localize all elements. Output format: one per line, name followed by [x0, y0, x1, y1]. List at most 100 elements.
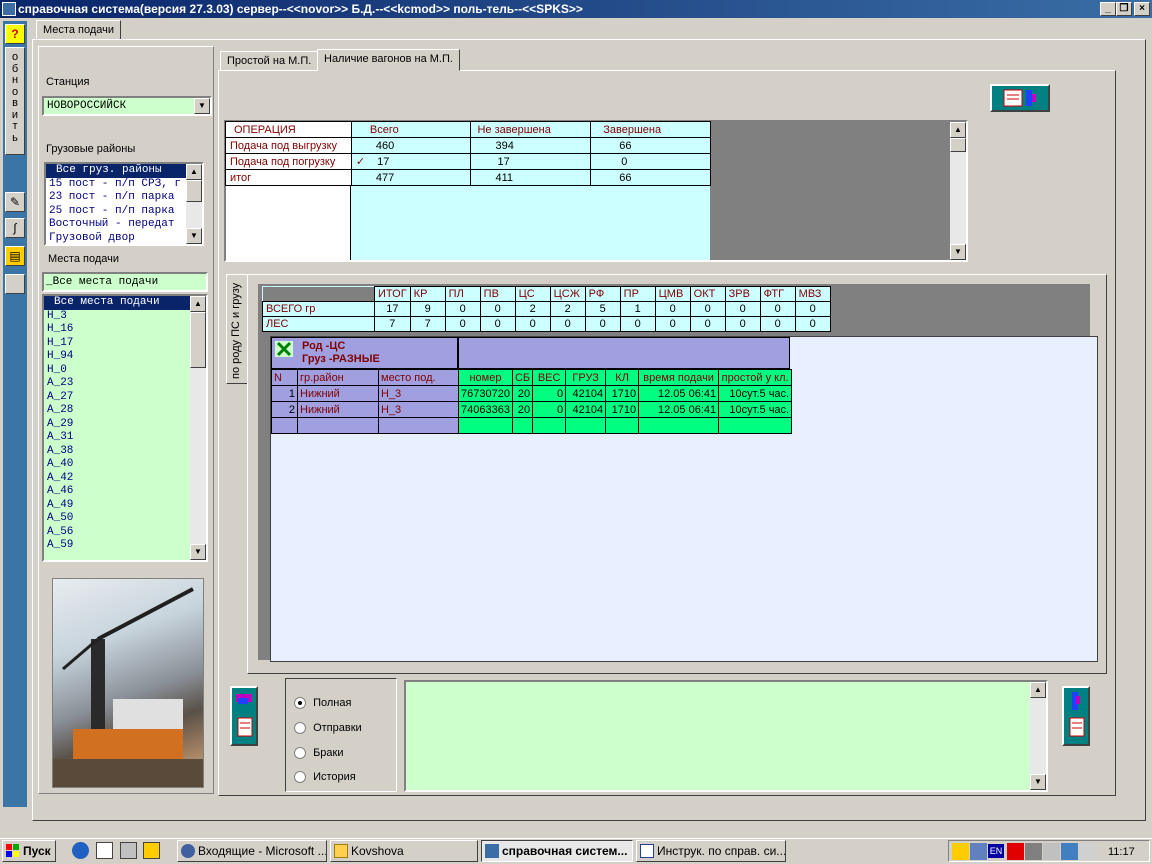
station-combo[interactable]: НОВОРОССИЙСК ▼ — [42, 96, 212, 116]
task-reference[interactable]: справочная систем... — [481, 840, 633, 862]
radio-defects[interactable]: Браки — [294, 747, 343, 760]
print-button[interactable] — [990, 84, 1050, 112]
tray-power-icon[interactable] — [952, 843, 969, 860]
delivery-filter-input[interactable]: _Все места подачи — [42, 272, 208, 292]
radio-history-dot[interactable] — [294, 771, 306, 784]
ie-icon[interactable] — [72, 842, 89, 859]
task-folder[interactable]: Kovshova — [330, 840, 478, 862]
print-report-button[interactable] — [1062, 686, 1090, 746]
language-indicator[interactable]: EN — [988, 844, 1004, 858]
task-outlook[interactable]: Входящие - Microsoft ... — [177, 840, 327, 862]
list-item[interactable]: Все места подачи — [44, 296, 192, 310]
tab-by-type[interactable]: по роду ПС и грузу — [226, 274, 248, 384]
scroll-down-icon[interactable]: ▼ — [950, 244, 966, 260]
tab-delivery-places[interactable]: Места подачи — [36, 20, 121, 40]
radio-shipments-dot[interactable] — [294, 722, 306, 735]
maximize-button[interactable]: ❐ — [1116, 2, 1132, 16]
list-item[interactable]: 25 пост - п/п парка — [46, 205, 188, 219]
detail-cell: 1710 — [605, 385, 640, 402]
table-row[interactable]: Подача под погрузку ✓ 17 17 0 — [225, 153, 711, 170]
list-item[interactable]: Восточный - передат — [46, 218, 188, 232]
export-button[interactable] — [230, 686, 258, 746]
radio-full-dot[interactable] — [294, 697, 306, 710]
tray-network-icon[interactable] — [970, 843, 987, 860]
chevron-down-icon[interactable]: ▼ — [194, 98, 210, 114]
list-item[interactable]: А_23 — [44, 377, 192, 391]
list-item[interactable]: Н_16 — [44, 323, 192, 337]
cargo-regions-list[interactable]: Все груз. районы 15 пост - п/п СРЗ, г 23 п… — [44, 162, 204, 246]
volume-icon[interactable] — [1025, 843, 1042, 860]
table-row[interactable]: ЛЕС 7 7 0 0 0 0 0 0 0 0 0 0 0 — [262, 316, 831, 332]
list-item[interactable]: Все груз. районы — [46, 164, 188, 178]
list-item[interactable]: 23 пост - п/п парка — [46, 191, 188, 205]
close-button[interactable]: × — [1134, 2, 1150, 16]
list-item[interactable]: А_40 — [44, 458, 192, 472]
help-button[interactable]: ? — [5, 24, 25, 44]
list-item[interactable]: Н_3 — [44, 310, 192, 324]
list-item[interactable]: А_46 — [44, 485, 192, 499]
scroll-thumb[interactable] — [190, 312, 206, 368]
scroll-down-icon[interactable]: ▼ — [1030, 774, 1046, 790]
detail-title-filler — [458, 337, 790, 369]
table-row[interactable]: Подача под выгрузку 460 394 66 — [225, 137, 711, 154]
scroll-down-icon[interactable]: ▼ — [190, 544, 206, 560]
list-item[interactable]: А_42 — [44, 472, 192, 486]
minimize-button[interactable]: _ — [1100, 2, 1116, 16]
radio-defects-dot[interactable] — [294, 747, 306, 760]
radio-history[interactable]: История — [294, 771, 356, 784]
report-icon[interactable]: ▤ — [5, 246, 25, 266]
list-item[interactable]: А_56 — [44, 526, 192, 540]
excel-icon[interactable] — [275, 341, 293, 357]
explorer-icon[interactable] — [120, 842, 137, 859]
table-row[interactable] — [271, 417, 793, 434]
delivery-places-list[interactable]: Все места подачи Н_3 Н_16 Н_17 Н_94 Н_0 А_23 А_… — [42, 294, 208, 562]
list-item[interactable]: А_49 — [44, 499, 192, 513]
task-word[interactable]: Инструк. по справ. си... — [636, 840, 786, 862]
edit-icon[interactable]: ✎ — [5, 192, 25, 212]
list-item[interactable]: Н_17 — [44, 337, 192, 351]
scroll-up-icon[interactable]: ▲ — [190, 296, 206, 312]
detail-cell: Н_3 — [378, 401, 459, 418]
scroll-up-icon[interactable]: ▲ — [950, 122, 966, 138]
scroll-down-icon[interactable]: ▼ — [186, 228, 202, 244]
scroll-thumb[interactable] — [950, 138, 966, 152]
show-desktop-icon[interactable] — [96, 842, 113, 859]
blank-tool-button[interactable] — [5, 274, 25, 294]
curve-icon[interactable]: ∫ — [5, 218, 25, 238]
radio-full[interactable]: Полная — [294, 697, 351, 710]
list-item[interactable]: Грузовой двор — [46, 232, 188, 245]
cargo-regions-scrollbar[interactable]: ▲ ▼ — [186, 164, 202, 244]
quick-launch-icon[interactable] — [143, 842, 160, 859]
table-row[interactable]: итог 477 411 66 — [225, 169, 711, 186]
table-row[interactable]: ВСЕГО гр 17 9 0 0 2 2 5 1 0 0 0 0 0 — [262, 301, 831, 317]
refresh-button[interactable]: обновить — [5, 47, 25, 155]
notes-scrollbar[interactable]: ▲ ▼ — [1030, 682, 1046, 790]
tab-wagons[interactable]: Наличие вагонов на М.П. — [317, 49, 460, 71]
notes-textarea[interactable]: ▲ ▼ — [404, 680, 1048, 792]
table-row[interactable]: 1 Нижний Н_3 76730720 20 0 42104 1710 12.05 06:4… — [271, 385, 793, 402]
start-button[interactable]: Пуск — [2, 840, 56, 862]
list-item[interactable]: А_50 — [44, 512, 192, 526]
list-item[interactable]: Н_94 — [44, 350, 192, 364]
scroll-thumb[interactable] — [186, 180, 202, 202]
tab-idle[interactable]: Простой на М.П. — [220, 51, 319, 71]
list-item[interactable]: А_27 — [44, 391, 192, 405]
tray-antivirus-icon[interactable] — [1007, 843, 1024, 860]
delivery-places-scrollbar[interactable]: ▲ ▼ — [190, 296, 206, 560]
list-item[interactable]: 15 пост - п/п СРЗ, г — [46, 178, 188, 192]
scroll-up-icon[interactable]: ▲ — [1030, 682, 1046, 698]
list-item[interactable]: А_59 — [44, 539, 192, 553]
tray-misc-icon[interactable] — [1043, 843, 1060, 860]
list-item[interactable]: Н_0 — [44, 364, 192, 378]
radio-shipments[interactable]: Отправки — [294, 722, 362, 735]
list-item[interactable]: А_31 — [44, 431, 192, 445]
scroll-up-icon[interactable]: ▲ — [186, 164, 202, 180]
list-item[interactable]: А_28 — [44, 404, 192, 418]
tray-monitor-icon[interactable] — [1061, 843, 1078, 860]
tray-app-icon[interactable] — [1079, 843, 1096, 860]
table-row[interactable]: 2 Нижний Н_3 74063363 20 0 42104 1710 12.05 06:4… — [271, 401, 793, 418]
ops-cell: 17 — [470, 153, 592, 170]
list-item[interactable]: А_29 — [44, 418, 192, 432]
operations-scrollbar[interactable]: ▲ ▼ — [950, 122, 966, 260]
list-item[interactable]: А_38 — [44, 445, 192, 459]
